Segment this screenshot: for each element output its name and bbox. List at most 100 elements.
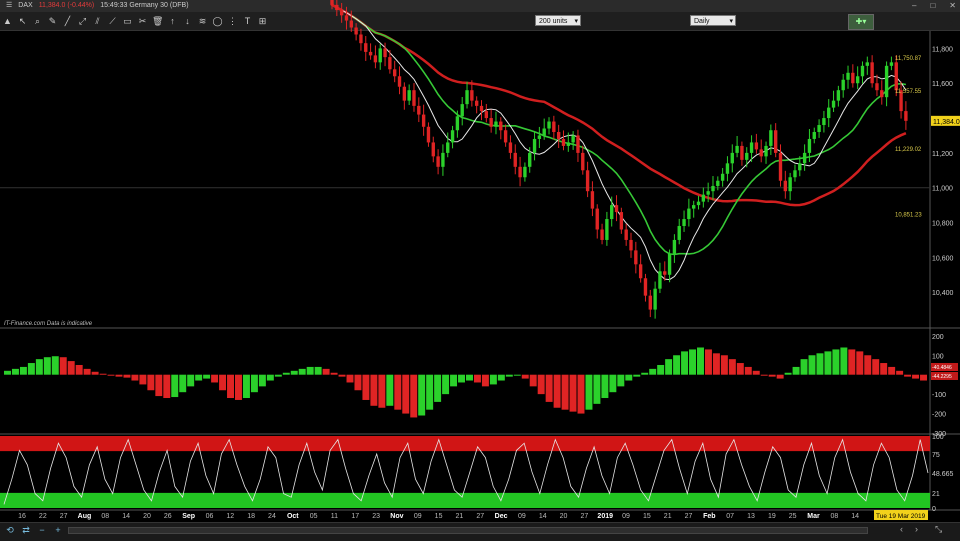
x-axis-label: 20	[143, 513, 151, 520]
candle-body	[446, 142, 450, 153]
candle-body	[503, 130, 508, 143]
chart-canvas[interactable]: 11,80011,60011,40011,20011,00010,80010,6…	[0, 0, 960, 540]
candle-body	[465, 90, 469, 105]
x-axis-label: 09	[414, 513, 422, 520]
histogram-bar	[322, 368, 330, 375]
histogram-bar	[473, 374, 481, 383]
candle-body	[585, 170, 590, 192]
histogram-tick-label: -200	[932, 412, 946, 419]
histogram-bar	[736, 363, 744, 375]
histogram-bar	[394, 374, 402, 410]
time-scrollbar[interactable]	[68, 527, 868, 534]
histogram-bar	[864, 355, 872, 375]
link-icon[interactable]: ⇄	[20, 524, 32, 536]
candle-body	[716, 180, 720, 186]
histogram-bar	[378, 374, 386, 408]
histogram-bar	[545, 374, 553, 402]
candle-body	[793, 170, 797, 178]
histogram-bar	[497, 374, 505, 381]
candle-body	[798, 163, 802, 171]
candle-body	[436, 156, 440, 167]
histogram-bar	[362, 374, 370, 400]
histogram-bar	[633, 374, 641, 377]
scroll-left-icon[interactable]: ‹	[900, 524, 903, 534]
candle-body	[827, 107, 831, 119]
histogram-bar	[888, 366, 896, 375]
candle-body	[889, 62, 894, 66]
candle-body	[735, 145, 739, 153]
histogram-bar	[179, 374, 187, 393]
histogram-bar	[211, 374, 219, 383]
x-axis-label: 27	[685, 513, 693, 520]
histogram-bar	[163, 374, 171, 399]
x-axis-label: 11	[331, 513, 338, 520]
histogram-bar	[4, 370, 11, 375]
histogram-bar	[896, 370, 904, 375]
candle-body	[470, 90, 474, 101]
candle-body	[740, 145, 744, 160]
candle-body	[431, 142, 435, 157]
histogram-bar	[235, 374, 242, 400]
x-axis-label: Sep	[182, 513, 195, 520]
candle-body	[773, 130, 778, 153]
candle-body	[566, 142, 570, 146]
candle-body	[629, 239, 633, 251]
candle-body	[643, 278, 648, 296]
price-tick-label: 11,800	[932, 46, 953, 53]
histogram-bar	[792, 366, 800, 375]
histogram-bar	[242, 374, 250, 399]
candle-body	[904, 111, 908, 121]
candle-body	[537, 135, 542, 139]
histogram-bar	[171, 374, 179, 398]
histogram-bar	[760, 374, 768, 376]
x-axis-label: 17	[351, 513, 359, 520]
x-axis-label: 15	[643, 513, 651, 520]
x-axis-label: Dec	[495, 513, 508, 520]
candle-body	[812, 131, 816, 139]
histogram-bar	[800, 359, 808, 375]
candle-body	[479, 105, 484, 112]
x-axis-label: 14	[851, 513, 859, 520]
histogram-bar	[744, 366, 752, 375]
histogram-bar	[147, 374, 155, 391]
histogram-bar	[370, 374, 378, 406]
histogram-bar	[386, 374, 394, 406]
candle-body	[359, 34, 363, 44]
candle-body	[417, 105, 421, 115]
zoom-out-icon[interactable]: −	[36, 524, 48, 536]
sync-icon[interactable]: ⟲	[4, 524, 16, 536]
candle-body	[547, 121, 551, 129]
candle-body	[807, 138, 812, 153]
histogram-value-label: -44.2295	[932, 374, 952, 380]
candle-body	[880, 90, 884, 98]
histogram-bar	[617, 374, 625, 387]
candle-body	[672, 239, 677, 254]
fit-icon[interactable]: ⤡	[935, 524, 942, 535]
candle-body	[388, 57, 392, 70]
histogram-bar	[298, 368, 306, 375]
x-axis-label: 14	[539, 513, 547, 520]
candle-body	[619, 212, 624, 230]
candle-body	[817, 125, 821, 132]
x-axis-label: 13	[747, 513, 755, 520]
candle-body	[711, 185, 715, 192]
zoom-in-icon[interactable]: +	[52, 524, 64, 536]
x-axis-label: 21	[456, 513, 464, 520]
x-axis-label: 22	[39, 513, 47, 520]
x-axis-label: Feb	[703, 513, 715, 520]
histogram-bar	[91, 371, 99, 375]
histogram-tick-label: -100	[932, 392, 946, 399]
x-axis-label: 27	[60, 513, 68, 520]
candle-body	[354, 27, 358, 35]
candle-body	[576, 135, 580, 153]
histogram-bar	[872, 359, 880, 375]
current-price-label: 11,384.0	[933, 119, 960, 126]
histogram-bar	[880, 363, 888, 375]
histogram-bar	[768, 374, 776, 377]
candle-body	[397, 76, 402, 87]
x-axis-label: 08	[101, 513, 109, 520]
price-tick-label: 10,800	[932, 221, 954, 228]
scroll-right-icon[interactable]: ›	[915, 524, 918, 534]
histogram-bar	[689, 349, 696, 375]
histogram-bar	[537, 374, 545, 395]
